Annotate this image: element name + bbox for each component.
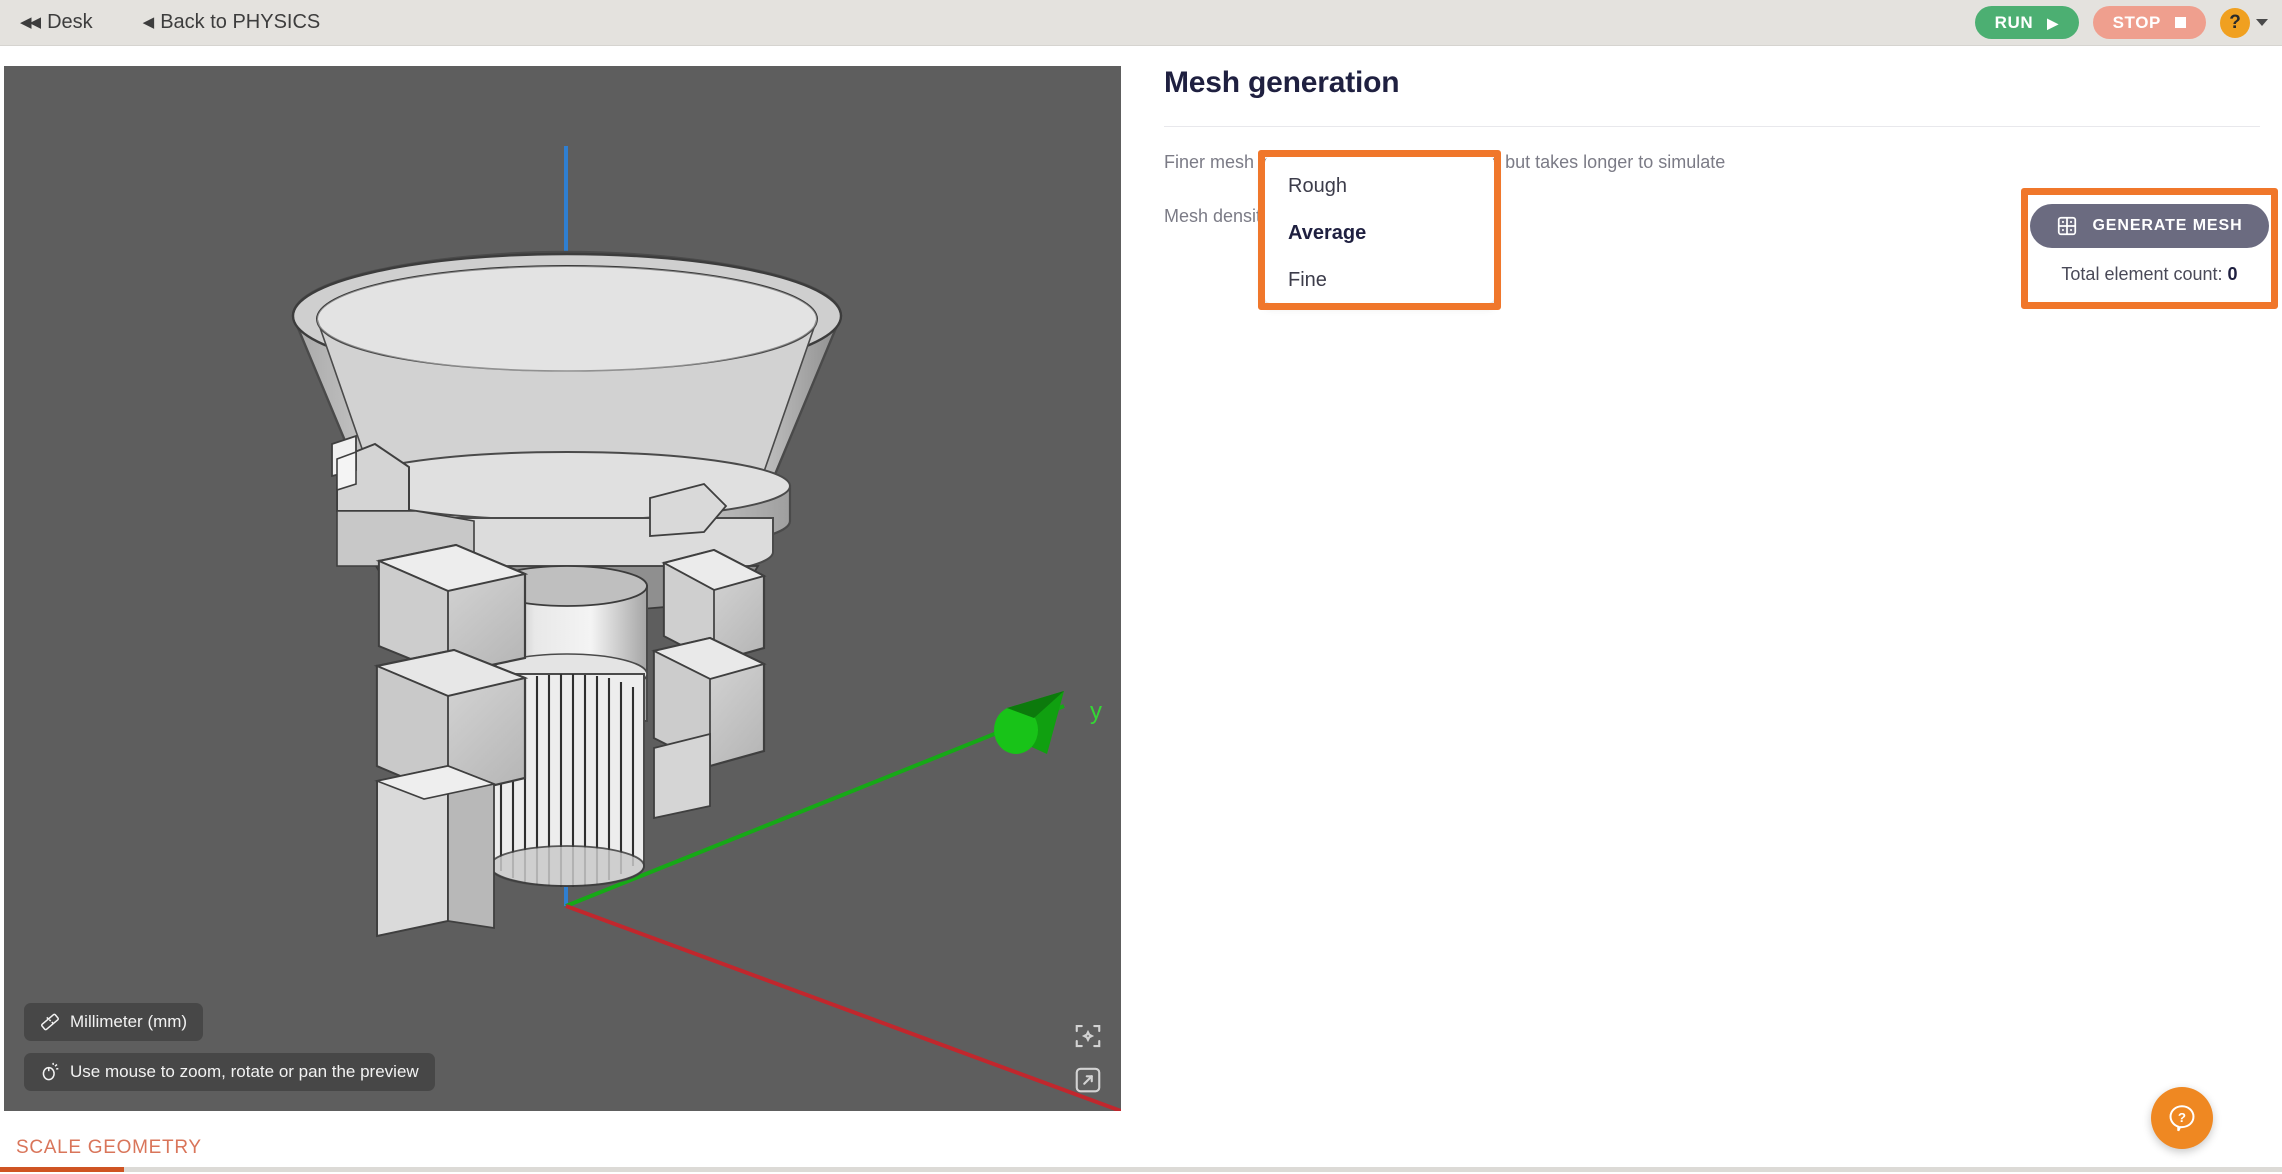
cad-viewport[interactable]: y Millimeter (mm) Use mouse to zoom, rot… <box>4 66 1121 1111</box>
arrow-left-icon: ◀ <box>142 14 154 31</box>
mouse-hint-badge: Use mouse to zoom, rotate or pan the pre… <box>24 1053 435 1091</box>
total-element-count: Total element count: 0 <box>2061 264 2237 285</box>
cad-model-render: y <box>291 146 1121 1111</box>
unit-badge-label: Millimeter (mm) <box>70 1012 188 1031</box>
panel-divider <box>1164 126 2260 127</box>
top-bar: ◀◀ Desk ◀ Back to PHYSICS RUN ▶ STOP ? <box>0 0 2282 46</box>
ruler-icon <box>41 1013 59 1031</box>
chevron-down-icon <box>2256 19 2268 26</box>
svg-text:?: ? <box>2178 1110 2186 1125</box>
mesh-grid-icon <box>2058 216 2077 236</box>
bottom-progress-fill <box>0 1167 124 1172</box>
bottom-progress-track <box>0 1167 2282 1172</box>
run-label: RUN <box>1994 12 2034 32</box>
stop-button[interactable]: STOP <box>2092 6 2206 39</box>
unit-badge: Millimeter (mm) <box>24 1003 204 1041</box>
nav-desk-label: Desk <box>47 11 93 33</box>
viewport-tools <box>1073 1021 1103 1095</box>
nav-desk-link[interactable]: ◀◀ Desk <box>14 7 99 38</box>
viewport-badges: Millimeter (mm) Use mouse to zoom, rotat… <box>24 1003 435 1091</box>
nav-back-label: Back to PHYSICS <box>160 11 321 33</box>
stop-label: STOP <box>2112 12 2161 32</box>
app-root: ◀◀ Desk ◀ Back to PHYSICS RUN ▶ STOP ? y… <box>0 0 2282 1174</box>
generate-mesh-label: GENERATE MESH <box>2092 217 2243 234</box>
play-icon: ▶ <box>2047 14 2059 31</box>
total-element-count-value: 0 <box>2227 264 2238 284</box>
top-bar-actions: RUN ▶ STOP ? <box>1974 6 2282 39</box>
help-fab-button[interactable]: ? <box>2151 1087 2213 1149</box>
help-chat-icon: ? <box>2169 1105 2195 1132</box>
generate-mesh-group: GENERATE MESH Total element count: 0 <box>2028 195 2271 302</box>
mouse-hint-label: Use mouse to zoom, rotate or pan the pre… <box>70 1062 419 1081</box>
generate-mesh-button[interactable]: GENERATE MESH <box>2030 204 2269 248</box>
question-mark-icon: ? <box>2220 7 2250 38</box>
total-element-count-prefix: Total element count: <box>2061 264 2223 284</box>
svg-text:y: y <box>1090 698 1102 725</box>
scale-geometry-link[interactable]: SCALE GEOMETRY <box>16 1137 202 1159</box>
expand-view-icon[interactable] <box>1073 1065 1103 1095</box>
stop-square-icon <box>2175 17 2186 28</box>
page-title: Mesh generation <box>1164 66 1400 99</box>
double-arrow-left-icon: ◀◀ <box>20 14 41 31</box>
dropdown-highlight-box <box>1258 150 1501 310</box>
help-menu-button[interactable]: ? <box>2220 7 2268 38</box>
mouse-icon <box>42 1062 59 1081</box>
run-button[interactable]: RUN ▶ <box>1974 6 2079 39</box>
nav-back-to-physics-link[interactable]: ◀ Back to PHYSICS <box>137 7 327 38</box>
center-view-icon[interactable] <box>1073 1021 1103 1051</box>
mesh-density-label: Mesh density <box>1164 206 1271 226</box>
